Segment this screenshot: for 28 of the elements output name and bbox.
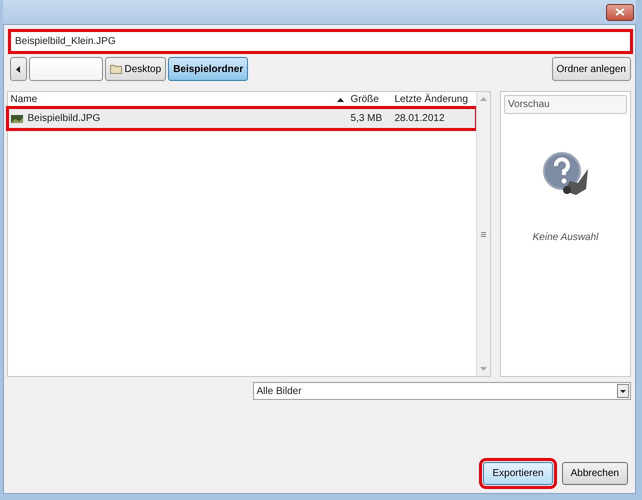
create-folder-button[interactable]: Ordner anlegen xyxy=(552,57,631,81)
file-date: 28.01.2012 xyxy=(394,112,446,126)
column-header[interactable]: Name xyxy=(8,92,337,107)
dialog-button[interactable]: Abbrechen xyxy=(562,462,628,485)
close-icon xyxy=(615,8,625,16)
unknown-image-drawing xyxy=(542,151,590,197)
close-button[interactable] xyxy=(606,4,634,20)
file-name: Beispielbild.JPG xyxy=(28,112,100,126)
path-button[interactable]: Beispielordner xyxy=(168,57,248,81)
path-button[interactable]: Desktop xyxy=(104,57,166,81)
sort-arrow-icon xyxy=(337,98,344,102)
back-button[interactable] xyxy=(10,57,26,81)
filter-dropdown[interactable]: Alle Bilder xyxy=(253,382,631,400)
down-arrow-icon xyxy=(480,367,487,371)
filter-value: Alle Bilder xyxy=(256,384,303,398)
scrollbar[interactable] xyxy=(476,92,490,376)
file-row[interactable]: Beispielbild.JPG 5,3 MB 28.01.2012 xyxy=(8,108,476,129)
image-file-icon xyxy=(10,114,22,122)
file-size: 5,3 MB xyxy=(350,112,384,126)
filename-field[interactable]: Beispielbild_Klein.JPG xyxy=(10,31,631,52)
up-arrow-icon xyxy=(480,97,487,101)
column-header[interactable]: Letzte Änderung xyxy=(392,92,476,107)
no-selection-text: Keine Auswahl xyxy=(532,231,598,245)
column-header[interactable]: Größe xyxy=(348,92,392,107)
folder-icon xyxy=(110,64,122,74)
left-arrow-icon xyxy=(16,66,20,72)
preview-title: Vorschau xyxy=(504,95,627,114)
grip-icon xyxy=(481,232,486,236)
